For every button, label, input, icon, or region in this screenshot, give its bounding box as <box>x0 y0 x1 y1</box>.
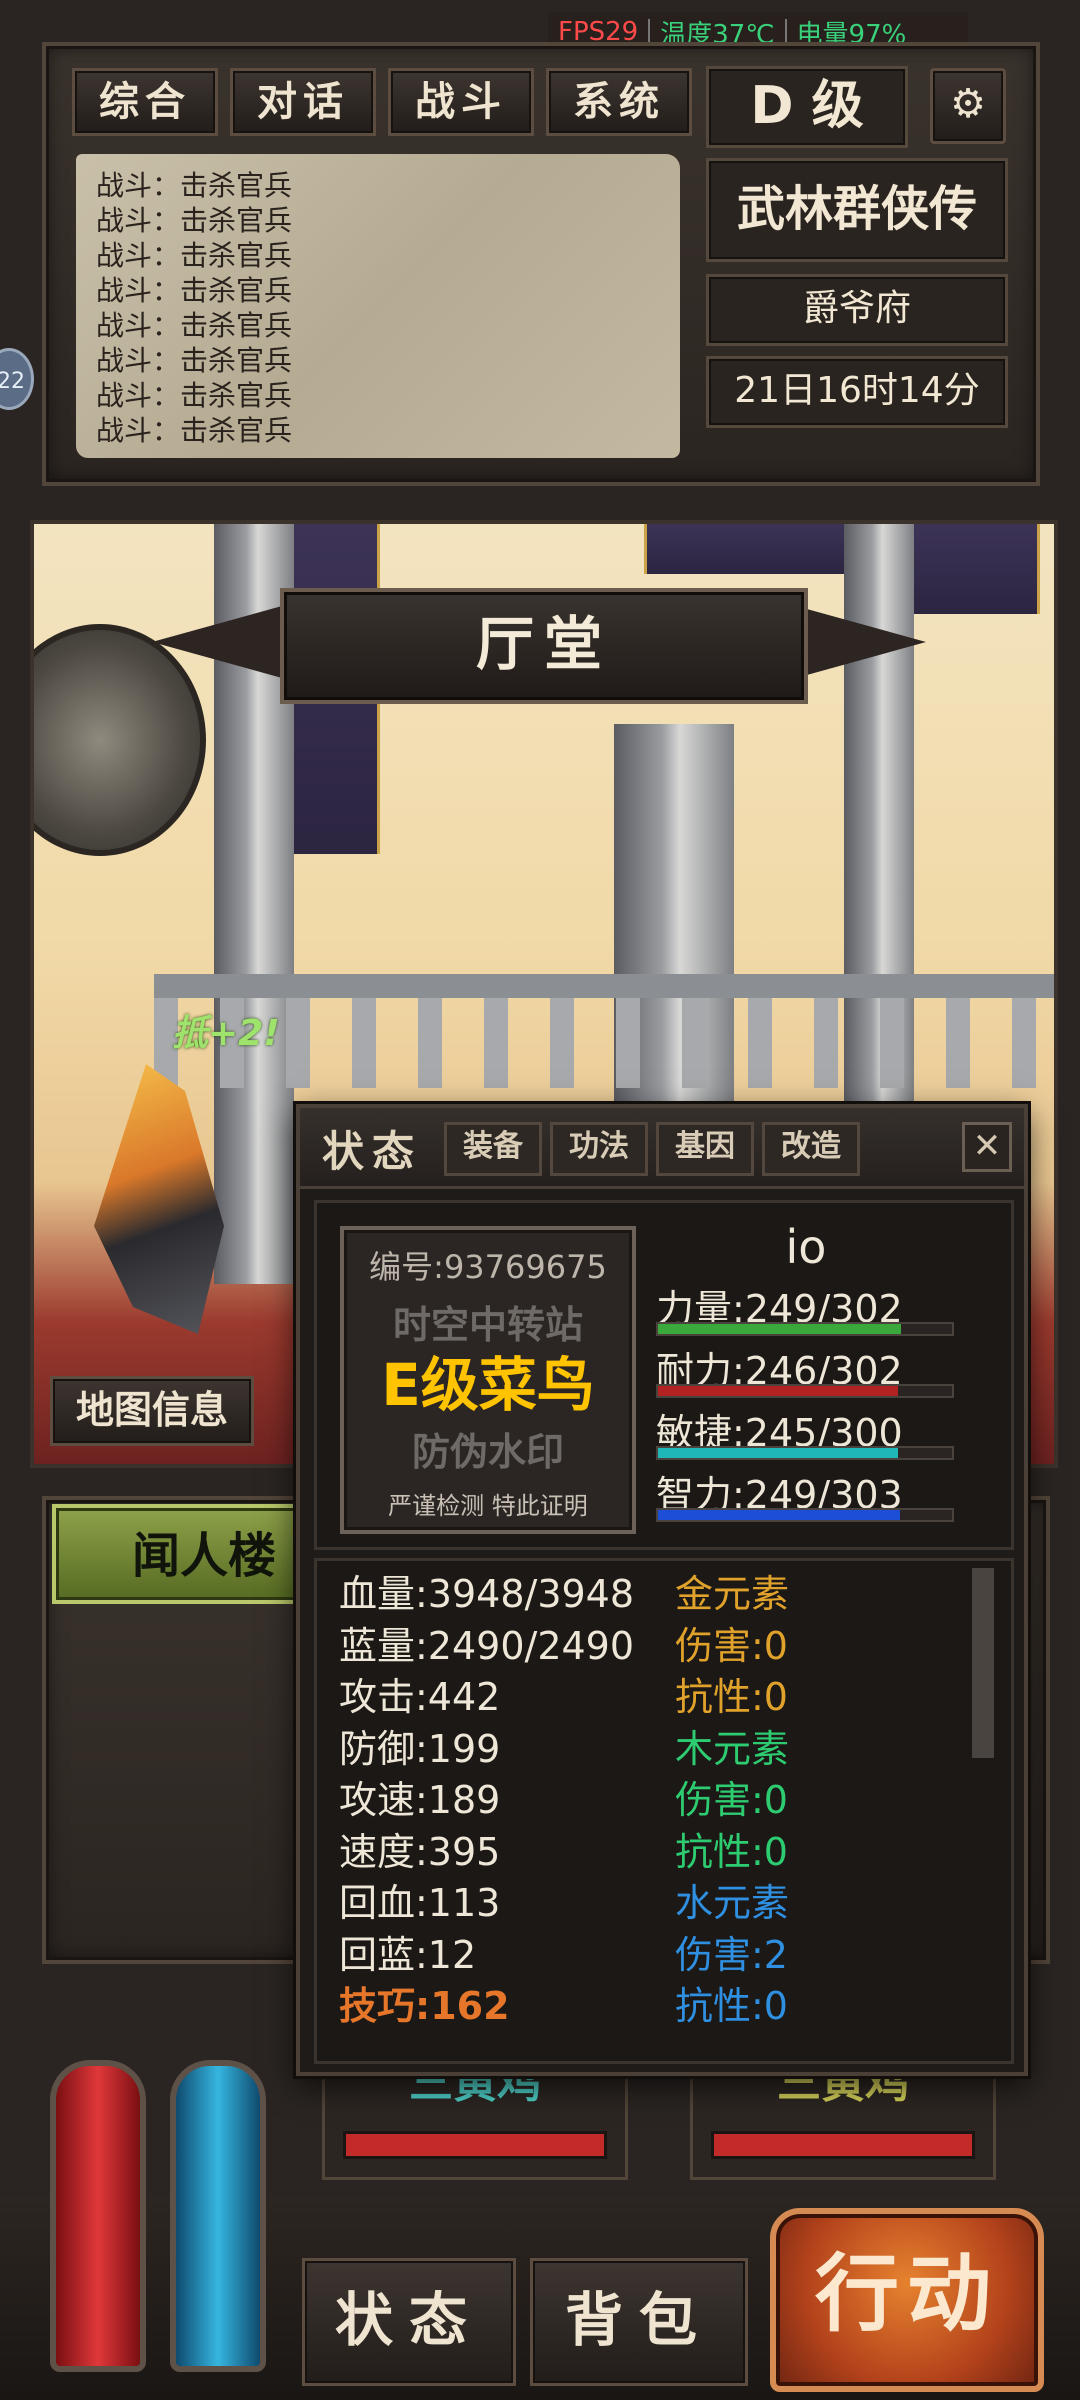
hp-vial <box>50 2060 146 2372</box>
element-row: 抗性:0 <box>675 1984 788 2028</box>
balustrade-posts <box>154 998 1054 1088</box>
element-row: 伤害:0 <box>675 1623 788 1668</box>
log-line: 战斗：击杀官兵 <box>96 414 293 447</box>
battle-log: 战斗：击杀官兵 战斗：击杀官兵 战斗：击杀官兵 战斗：击杀官兵 战斗：击杀官兵 … <box>76 154 680 458</box>
room-title: 厅堂 <box>280 588 808 704</box>
settings-button[interactable]: ⚙ <box>930 68 1006 144</box>
stat-row: 回蓝:12 <box>339 1932 477 1977</box>
element-row: 水元素 <box>675 1881 790 1925</box>
log-line: 战斗：击杀官兵 <box>96 344 293 377</box>
dialog-header: 状态 装备 功法 基因 改造 ✕ <box>300 1108 1024 1189</box>
game-title: 武林群侠传 <box>706 158 1008 262</box>
player-name: io <box>785 1220 827 1274</box>
stat-row: 防御:199 <box>339 1726 501 1771</box>
top-panel: 综合 对话 战斗 系统 战斗：击杀官兵 战斗：击杀官兵 战斗：击杀官兵 战斗：击… <box>42 42 1040 486</box>
enemy-hp-bar <box>711 2131 975 2159</box>
banner <box>904 524 1040 614</box>
watermark-id: 编号:93769675 <box>369 1248 607 1286</box>
stat-row: 蓝量:2490/2490 <box>339 1623 635 1668</box>
tab-battle[interactable]: 战斗 <box>388 68 534 136</box>
stats-box: 血量:3948/3948 蓝量:2490/2490 攻击:442 防御:199 … <box>314 1558 1014 2064</box>
watermark-line1: 时空中转站 <box>392 1303 583 1347</box>
element-stats: 金元素 伤害:0 抗性:0 木元素 伤害:0 抗性:0 水元素 伤害:2 抗性:… <box>675 1569 789 2033</box>
combat-stats: 血量:3948/3948 蓝量:2490/2490 攻击:442 防御:199 … <box>339 1569 634 2033</box>
watermark-line2: E级菜鸟 <box>381 1351 595 1419</box>
close-icon: ✕ <box>972 1126 1002 1166</box>
close-button[interactable]: ✕ <box>962 1122 1012 1172</box>
bag-button[interactable]: 背包 <box>530 2258 748 2386</box>
watermark-stamp: 编号:93769675 时空中转站 E级菜鸟 防伪水印 严谨检测 特此证明 <box>340 1226 636 1534</box>
tab-general[interactable]: 综合 <box>72 68 218 136</box>
attr-bar <box>656 1322 954 1336</box>
watermark-line3: 防伪水印 <box>411 1430 564 1474</box>
banner <box>644 524 850 574</box>
attr-bar <box>656 1384 954 1398</box>
log-line: 战斗：击杀官兵 <box>96 169 293 202</box>
stat-row: 速度:395 <box>339 1829 501 1874</box>
action-button[interactable]: 行动 <box>770 2208 1044 2392</box>
balustrade-rail <box>154 974 1054 998</box>
tab-genes[interactable]: 基因 <box>656 1122 754 1176</box>
combat-popup: 抵+2! <box>172 1013 280 1054</box>
tab-system[interactable]: 系统 <box>546 68 692 136</box>
stat-row: 攻击:442 <box>339 1675 501 1719</box>
npc-button[interactable]: 闻人楼 <box>52 1504 300 1604</box>
stat-row: 血量:3948/3948 <box>339 1572 635 1616</box>
tab-modify[interactable]: 改造 <box>762 1122 860 1176</box>
gear-icon: ⚙ <box>950 81 986 127</box>
mp-vial <box>170 2060 266 2372</box>
dialog-title: 状态 <box>322 1127 423 1176</box>
title-wing-right <box>796 606 926 678</box>
element-row: 抗性:0 <box>675 1829 788 1874</box>
map-info-button[interactable]: 地图信息 <box>50 1376 254 1446</box>
floating-badge-text: 22 <box>0 369 25 394</box>
stats-scrollbar[interactable] <box>972 1568 994 1758</box>
element-row: 木元素 <box>675 1726 790 1771</box>
watermark-line4: 严谨检测 特此证明 <box>388 1492 588 1520</box>
stat-row: 技巧:162 <box>339 1984 510 2028</box>
grade-badge: D 级 <box>706 66 908 148</box>
log-line: 战斗：击杀官兵 <box>96 379 293 412</box>
tab-equipment[interactable]: 装备 <box>444 1122 542 1176</box>
log-line: 战斗：击杀官兵 <box>96 274 293 307</box>
element-row: 伤害:2 <box>675 1932 788 1977</box>
log-line: 战斗：击杀官兵 <box>96 309 293 342</box>
element-row: 抗性:0 <box>675 1675 788 1719</box>
player-sprite <box>94 1064 224 1334</box>
tab-skills[interactable]: 功法 <box>550 1122 648 1176</box>
floating-assist-button[interactable]: 22 <box>0 348 34 410</box>
stat-row: 回血:113 <box>339 1881 501 1925</box>
tab-dialogue[interactable]: 对话 <box>230 68 376 136</box>
status-button[interactable]: 状态 <box>302 2258 516 2386</box>
log-line: 战斗：击杀官兵 <box>96 204 293 237</box>
attr-bar <box>656 1508 954 1522</box>
location-name: 爵爷府 <box>706 274 1008 346</box>
log-line: 战斗：击杀官兵 <box>96 239 293 272</box>
title-wing-left <box>152 606 282 678</box>
status-dialog: 状态 装备 功法 基因 改造 ✕ 编号:93769675 时空中转站 E级菜鸟 … <box>296 1104 1028 2076</box>
element-row: 伤害:0 <box>675 1778 788 1822</box>
stat-row: 攻速:189 <box>339 1778 501 1822</box>
element-row: 金元素 <box>675 1572 790 1616</box>
attr-bar <box>656 1446 954 1460</box>
game-time: 21日16时14分 <box>706 356 1008 428</box>
enemy-hp-bar <box>343 2131 607 2159</box>
